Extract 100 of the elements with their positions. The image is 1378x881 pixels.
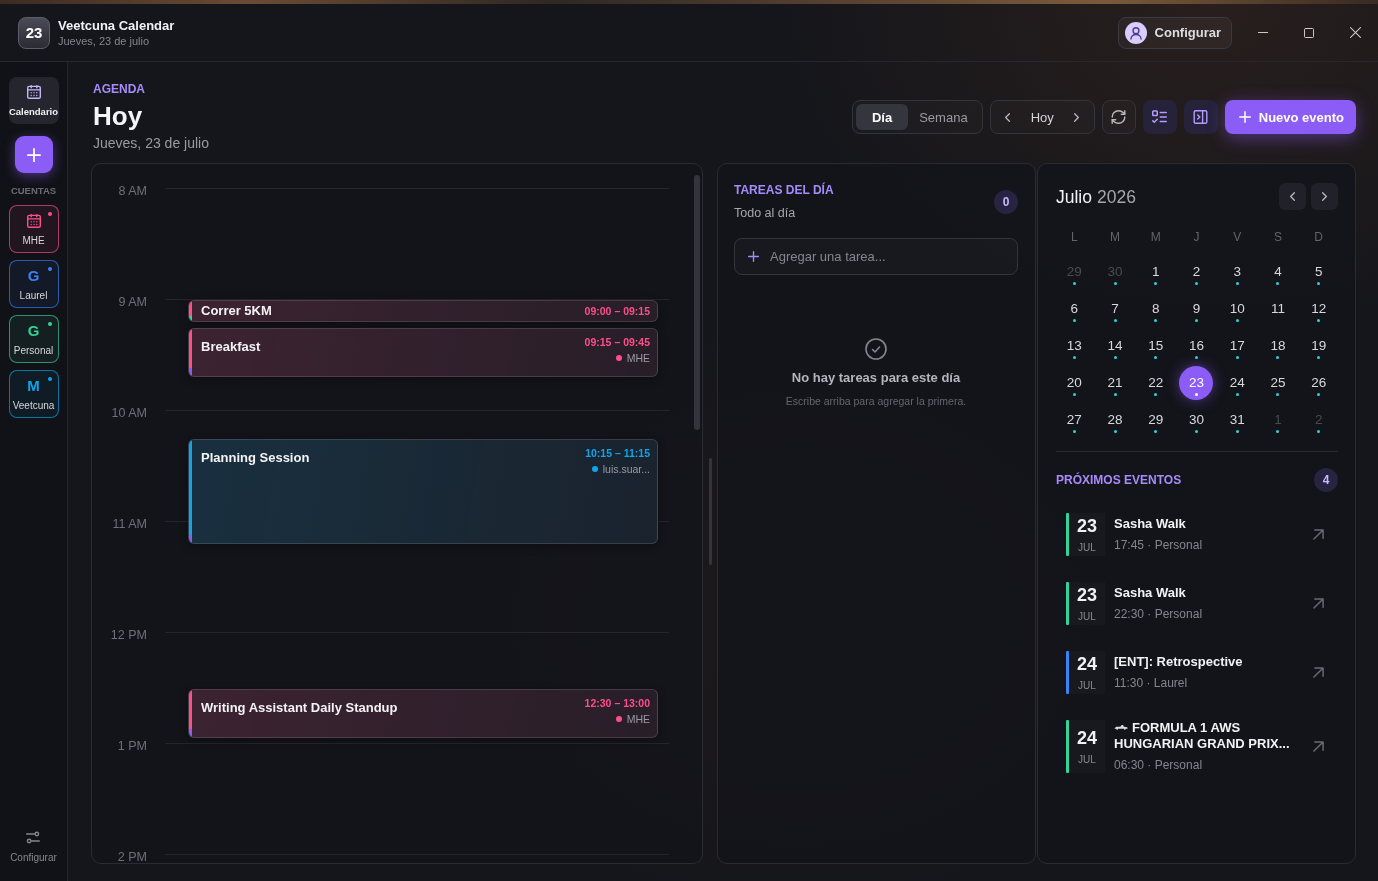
count-badge: 0 <box>994 190 1018 214</box>
event-title: Sasha Walk <box>1114 516 1186 531</box>
calendar-day[interactable]: 16 <box>1179 328 1214 363</box>
event-card[interactable]: Breakfast 09:15 – 09:45 MHE <box>188 327 658 378</box>
calendar-day[interactable]: 3 <box>1220 254 1255 289</box>
arrow-up-right-icon[interactable] <box>1313 741 1324 752</box>
calendar-day[interactable]: 2 <box>1179 254 1214 289</box>
calendar-day[interactable]: 24 <box>1220 365 1255 400</box>
chevron-right-icon <box>1074 112 1080 122</box>
date-day: 24 <box>1077 728 1097 748</box>
chevron-left-icon <box>1290 192 1295 201</box>
calendar-day[interactable]: 4 <box>1260 254 1295 289</box>
calendar-day[interactable]: 1 <box>1138 254 1173 289</box>
arrow-up-right-icon[interactable] <box>1313 529 1324 540</box>
calendar-day[interactable]: 13 <box>1057 328 1092 363</box>
account-tile[interactable]: G Personal <box>8 315 59 363</box>
previous-month-button[interactable] <box>1279 183 1306 210</box>
resize-handle[interactable] <box>708 458 712 565</box>
calendar-day[interactable]: 10 <box>1220 291 1255 326</box>
plus-icon <box>26 147 41 162</box>
calendar-day[interactable]: 26 <box>1301 365 1336 400</box>
section-title: TAREAS DEL DÍA <box>734 183 834 197</box>
plus-icon <box>1238 111 1251 123</box>
hour-label: 12 PM <box>109 629 148 641</box>
date-month: JUL <box>1078 754 1096 766</box>
calendar-day[interactable]: 27 <box>1057 402 1092 437</box>
sliders-icon <box>26 831 41 844</box>
calendar-day[interactable]: 17 <box>1220 328 1255 363</box>
year-label: 2026 <box>1097 185 1136 208</box>
calendar-day[interactable]: 15 <box>1138 328 1173 363</box>
date-month: JUL <box>1078 680 1096 692</box>
calendar-day[interactable]: 11 <box>1260 291 1295 326</box>
minimize-icon <box>1258 32 1268 33</box>
hour-label: 9 AM <box>117 296 148 308</box>
calendar-icon <box>26 85 41 99</box>
account-tile[interactable]: G Laurel <box>8 260 59 308</box>
chevron-right-icon <box>1322 192 1327 201</box>
event-card[interactable]: Writing Assistant Daily Standup 12:30 – 13:00 MHE <box>188 688 658 738</box>
calendar-day[interactable]: 22 <box>1138 365 1173 400</box>
calendar-day[interactable]: 5 <box>1301 254 1336 289</box>
calendar-day[interactable]: 14 <box>1098 328 1133 363</box>
event-title: Planning Session <box>201 448 310 467</box>
date-day: 24 <box>1077 654 1097 674</box>
event-time: 12:30 – 13:00 <box>584 695 650 710</box>
checklist-icon <box>1152 110 1168 124</box>
refresh-icon <box>1111 110 1127 124</box>
section-label: CUENTAS <box>10 185 57 197</box>
event-meta: 11:30 · Laurel <box>1114 676 1189 691</box>
tasks-toggle-button[interactable] <box>1142 100 1177 134</box>
calendar-day[interactable]: 12 <box>1301 291 1336 326</box>
calendar-day[interactable]: 19 <box>1301 328 1336 363</box>
arrow-up-right-icon[interactable] <box>1313 667 1324 678</box>
calendar-day[interactable]: 8 <box>1138 291 1173 326</box>
count-badge: 4 <box>1314 468 1338 492</box>
calendar-day[interactable]: 20 <box>1057 365 1092 400</box>
calendar-day[interactable]: 6 <box>1057 291 1092 326</box>
event-card[interactable]: Planning Session 10:15 – 11:15 luis.suar... <box>188 438 658 544</box>
next-month-button[interactable] <box>1311 183 1338 210</box>
calendar-day[interactable]: 29 <box>1138 402 1173 437</box>
account-tile[interactable]: MHE <box>8 205 59 253</box>
hour-label: 11 AM <box>111 518 148 530</box>
weekday-label: M <box>1149 229 1162 245</box>
event-calendar-label: MHE <box>626 350 650 365</box>
weekday-label: D <box>1313 229 1324 245</box>
event-time: 09:00 – 09:15 <box>584 303 650 318</box>
account-tile[interactable]: M Veetcuna <box>8 370 59 418</box>
event-card[interactable]: Correr 5KM 09:00 – 09:15 <box>188 300 658 322</box>
task-input-field[interactable]: Agregar una tarea... <box>734 238 1018 275</box>
calendar-day[interactable]: 25 <box>1260 365 1295 400</box>
event-title: FORMULA 1 AWS HUNGARIAN GRAND PRIX... <box>1114 720 1290 751</box>
settings-button[interactable]: Configurar <box>10 831 57 864</box>
calendar-day[interactable]: 21 <box>1098 365 1133 400</box>
window-title: Veetcuna Calendar <box>58 17 175 34</box>
hour-label: 1 PM <box>116 740 148 752</box>
maximize-icon <box>1304 27 1314 38</box>
event-calendar-label: luis.suar... <box>602 461 650 476</box>
arrow-up-right-icon[interactable] <box>1313 598 1324 609</box>
calendar-day[interactable]: 31 <box>1220 402 1255 437</box>
calendar-day[interactable]: 18 <box>1260 328 1295 363</box>
calendar-day[interactable]: 23 <box>1179 365 1214 400</box>
weekday-label: V <box>1232 229 1243 245</box>
calendar-day[interactable]: 30 <box>1179 402 1214 437</box>
calendar-day[interactable]: 28 <box>1098 402 1133 437</box>
new-event-button[interactable]: Nuevo evento <box>1224 100 1356 134</box>
event-meta: 17:45 · Personal <box>1114 538 1204 553</box>
today-button[interactable]: Hoy <box>1020 104 1064 130</box>
calendar-day[interactable]: 7 <box>1098 291 1133 326</box>
hour-label: 10 AM <box>110 407 148 419</box>
weekday-label: M <box>1109 229 1122 245</box>
calendar-day[interactable]: 9 <box>1179 291 1214 326</box>
scrollbar-thumb[interactable] <box>694 175 700 430</box>
calendar-nav-tab[interactable]: Calendario <box>8 77 59 124</box>
profile-button[interactable]: Configurar <box>1117 16 1232 49</box>
refresh-button[interactable] <box>1101 100 1136 134</box>
hour-label: 2 PM <box>116 851 148 863</box>
add-button[interactable] <box>14 136 53 173</box>
view-tab[interactable]: Semana <box>908 104 979 130</box>
event-time: 10:15 – 11:15 <box>585 445 650 460</box>
view-tab[interactable]: Día <box>855 104 909 130</box>
panel-toggle-button[interactable] <box>1183 100 1218 134</box>
